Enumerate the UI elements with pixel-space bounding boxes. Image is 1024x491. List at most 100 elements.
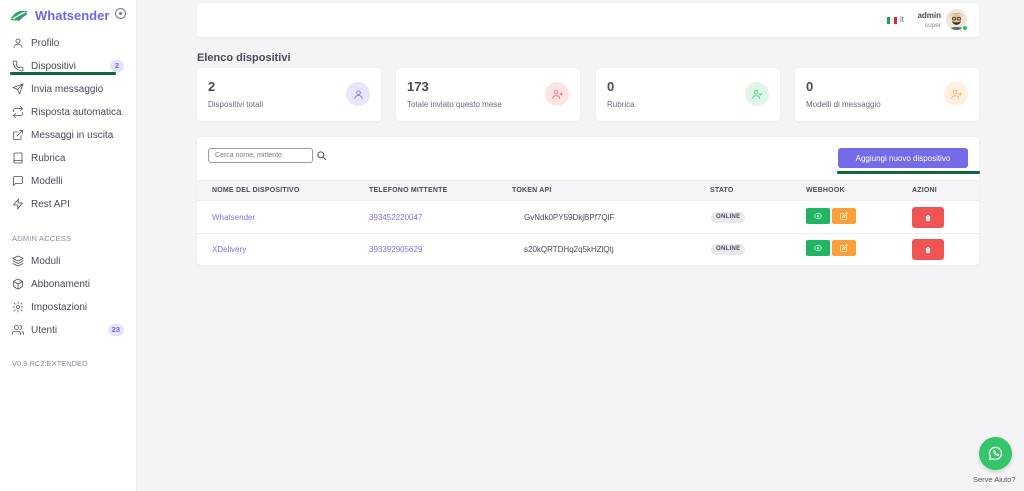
sidebar-item-rubrica[interactable]: Rubrica: [12, 150, 124, 166]
device-phone-link[interactable]: 393392905629: [369, 245, 422, 254]
count-badge: 2: [110, 60, 124, 72]
top-bar: it admin super: [197, 3, 979, 37]
device-name-link[interactable]: Whatsender: [212, 213, 255, 222]
stat-label: Totale inviato questo mese: [407, 100, 502, 109]
sidebar-item-label: Rubrica: [31, 152, 66, 164]
sidebar-item-invia-messaggio[interactable]: Invia messaggio: [12, 81, 124, 97]
user-plus-icon: [545, 82, 569, 106]
user-role: super: [924, 22, 941, 29]
sidebar-item-rest-api[interactable]: Rest API: [12, 196, 124, 212]
sidebar-item-label: Risposta automatica: [31, 106, 122, 118]
stat-value: 173: [407, 79, 429, 94]
user-plus-icon: [944, 82, 968, 106]
eye-icon: [814, 245, 822, 251]
user-check-icon: [745, 82, 769, 106]
page-title: Elenco dispositivi: [197, 52, 291, 64]
search-input[interactable]: [208, 148, 313, 163]
devices-panel: Aggiungi nuovo dispositivo NOME DEL DISP…: [197, 137, 980, 266]
stat-value: 2: [208, 79, 216, 94]
language-selector[interactable]: it: [900, 15, 904, 24]
sidebar-item-label: Moduli: [31, 255, 61, 267]
sidebar-item-abbonamenti[interactable]: Abbonamenti: [12, 276, 124, 292]
sidebar-item-modelli[interactable]: Modelli: [12, 173, 124, 189]
delete-device-button[interactable]: [912, 239, 944, 260]
sidebar-item-label: Abbonamenti: [31, 278, 90, 290]
sidebar-item-utenti[interactable]: Utenti 23: [12, 322, 124, 338]
device-token: GvNdk0PY59DkjBPf7QlF: [524, 213, 615, 222]
column-header[interactable]: WEBHOOK: [806, 187, 845, 194]
edit-icon: [840, 244, 848, 252]
settings-icon: [12, 301, 24, 313]
active-underline: [10, 72, 116, 75]
stat-label: Rubrica: [607, 100, 635, 109]
count-badge: 23: [107, 324, 124, 336]
stat-card-templates: 0 Modelli di messaggio: [795, 68, 979, 121]
brand[interactable]: Whatsender: [9, 8, 109, 23]
stat-label: Modelli di messaggio: [806, 100, 881, 109]
book-icon: [13, 152, 23, 164]
message-square-icon: [13, 176, 23, 186]
stat-label: Dispositivi totali: [208, 100, 264, 109]
italy-flag-icon[interactable]: [887, 17, 897, 24]
zap-icon: [13, 198, 23, 210]
repeat-icon: [13, 106, 23, 118]
table-row: XDelivery 393392905629 s20kQRTDHq2q5kHZl…: [197, 234, 979, 266]
sidebar-item-messaggi-in-uscita[interactable]: Messaggi in uscita: [12, 127, 124, 143]
stat-value: 0: [607, 79, 615, 94]
send-icon: [12, 83, 24, 95]
stat-card-rubrica: 0 Rubrica: [596, 68, 780, 121]
webhook-view-button[interactable]: [806, 208, 830, 224]
search-icon[interactable]: [316, 150, 327, 161]
sidebar-item-label: Messaggi in uscita: [31, 129, 114, 141]
sidebar-toggle-icon[interactable]: [115, 8, 126, 19]
whatsapp-icon: [988, 446, 1003, 461]
users-icon: [12, 325, 24, 335]
webhook-edit-button[interactable]: [832, 208, 856, 224]
sidebar-item-label: Utenti: [31, 324, 58, 336]
sidebar-item-label: Modelli: [31, 175, 63, 187]
column-header[interactable]: TELEFONO MITTENTE: [369, 187, 447, 194]
help-label[interactable]: Serve Aiuto?: [973, 475, 1016, 484]
sidebar-item-label: Dispositivi: [31, 60, 77, 72]
eye-icon: [814, 213, 822, 219]
column-header[interactable]: NOME DEL DISPOSITIVO: [212, 187, 300, 194]
column-header[interactable]: TOKEN API: [512, 187, 552, 194]
user-icon: [346, 82, 370, 106]
brand-logo-icon: [11, 10, 28, 21]
sidebar-item-risposta-automatica[interactable]: Risposta automatica: [12, 104, 124, 120]
column-header[interactable]: AZIONI: [912, 187, 937, 194]
external-link-icon: [13, 130, 23, 140]
sidebar-item-label: Profilo: [31, 37, 60, 49]
device-name-link[interactable]: XDelivery: [212, 245, 246, 254]
trash-icon: [925, 214, 931, 221]
brand-name: Whatsender: [35, 8, 110, 23]
layers-icon: [12, 255, 24, 267]
delete-device-button[interactable]: [912, 207, 944, 228]
device-phone-link[interactable]: 393452220047: [369, 213, 422, 222]
sidebar-item-label: Rest API: [31, 198, 70, 210]
webhook-view-button[interactable]: [806, 240, 830, 256]
sidebar-item-profilo[interactable]: Profilo: [12, 35, 124, 51]
status-badge: ONLINE: [711, 212, 746, 223]
trash-icon: [925, 246, 931, 253]
column-header[interactable]: STATO: [710, 187, 734, 194]
phone-icon: [12, 60, 24, 72]
sidebar-item-moduli[interactable]: Moduli: [12, 253, 124, 269]
package-icon: [13, 278, 23, 290]
table-row: Whatsender 393452220047 GvNdk0PY59DkjBPf…: [197, 202, 979, 234]
sidebar-item-impostazioni[interactable]: Impostazioni: [12, 299, 124, 315]
user-icon: [13, 38, 23, 48]
user-name[interactable]: admin: [915, 11, 941, 20]
admin-section-label: ADMIN ACCESS: [12, 234, 72, 243]
whatsapp-help-button[interactable]: [979, 437, 1012, 470]
webhook-edit-button[interactable]: [832, 240, 856, 256]
sidebar: Whatsender Profilo Dispositivi 2 Invia m…: [0, 0, 137, 491]
sidebar-item-label: Invia messaggio: [31, 83, 104, 95]
table-header: NOME DEL DISPOSITIVO TELEFONO MITTENTE T…: [197, 180, 979, 201]
stat-value: 0: [806, 79, 814, 94]
edit-icon: [840, 212, 848, 220]
online-status-dot: [962, 25, 968, 31]
stat-card-devices: 2 Dispositivi totali: [197, 68, 381, 121]
device-token: s20kQRTDHq2q5kHZlQtj: [524, 245, 614, 254]
add-device-button[interactable]: Aggiungi nuovo dispositivo: [838, 148, 968, 168]
